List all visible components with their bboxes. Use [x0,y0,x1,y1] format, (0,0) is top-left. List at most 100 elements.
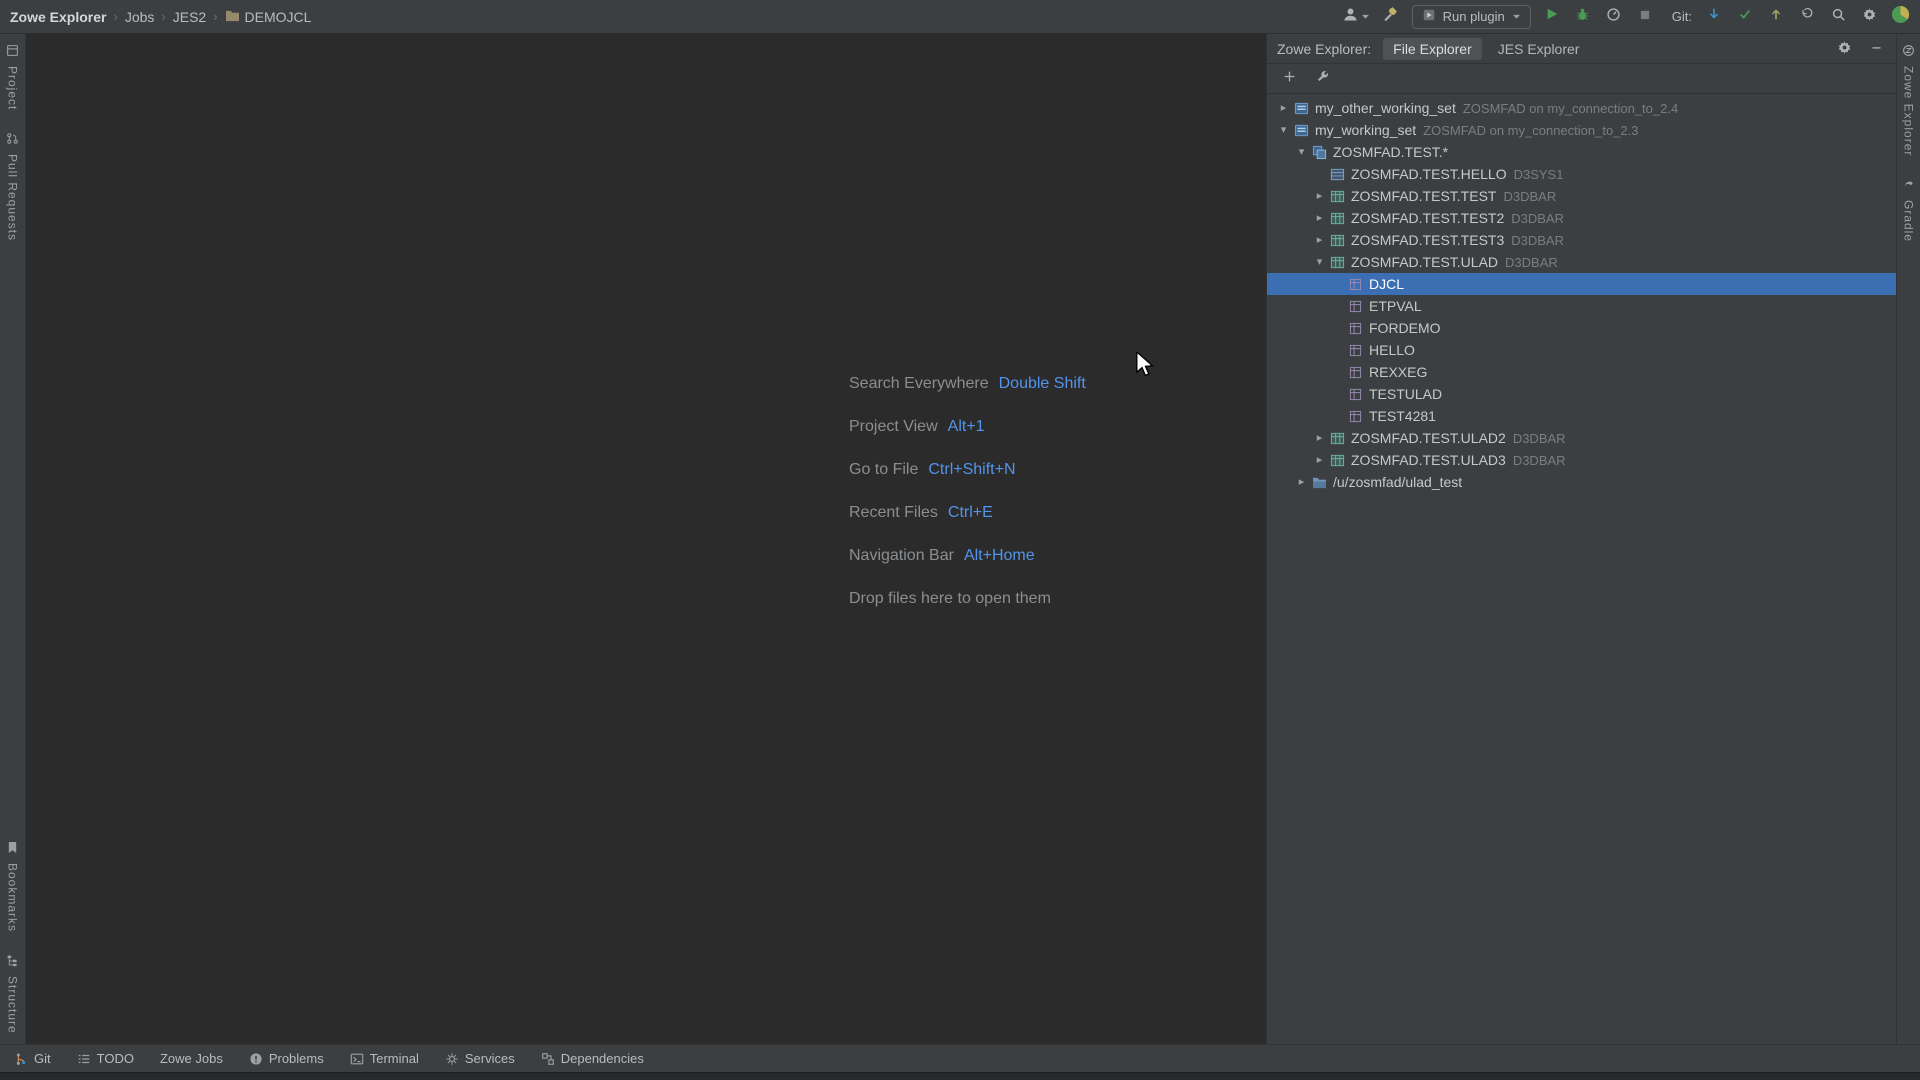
chevron-right-icon[interactable]: ▸ [1311,235,1328,246]
breadcrumb-item-jes2[interactable]: JES2 [173,9,206,25]
wrench-icon [1316,69,1330,88]
bottom-button-dependencies[interactable]: Dependencies [541,1051,644,1066]
tree-row-rexxeg[interactable]: REXXEG [1267,361,1896,383]
bottom-button-services[interactable]: Services [445,1051,515,1066]
tree-row-my-working-set[interactable]: ▾my_working_setZOSMFAD on my_connection_… [1267,119,1896,141]
tree-item-label: DJCL [1369,276,1404,292]
tree-row--u-zosmfad-ulad-test[interactable]: ▸ /u/zosmfad/ulad_test [1267,471,1896,493]
tree-item-label: ZOSMFAD.TEST.TEST [1351,188,1496,204]
dataset-mask-icon [1310,145,1328,160]
stripe-button-bookmarks[interactable]: Bookmarks [6,841,20,932]
search-everywhere-button[interactable] [1828,7,1848,27]
breadcrumb-item-zowe-explorer[interactable]: Zowe Explorer [10,9,106,25]
stripe-button-label: Project [6,66,20,110]
tree-row-zosmfad-test-test2[interactable]: ▸ZOSMFAD.TEST.TEST2D3DBAR [1267,207,1896,229]
tree-row-zosmfad-test-[interactable]: ▾ZOSMFAD.TEST.* [1267,141,1896,163]
chevron-right-icon[interactable]: ▸ [1311,455,1328,466]
avatar-icon [1891,5,1910,29]
member-icon [1346,410,1364,423]
pull-request-icon [6,132,19,148]
chevron-right-icon[interactable]: ▸ [1311,213,1328,224]
breadcrumb-separator: › [161,9,165,24]
bottom-button-git[interactable]: Git [14,1051,51,1066]
run-button[interactable] [1542,7,1562,27]
chevron-down-icon[interactable]: ▾ [1311,257,1328,268]
tree-row-zosmfad-test-ulad[interactable]: ▾ZOSMFAD.TEST.ULADD3DBAR [1267,251,1896,273]
arrow-down-blue-icon [1707,7,1721,26]
rollback-button[interactable] [1797,7,1817,27]
gear-icon [1837,40,1852,58]
tool-window-header-actions [1834,39,1886,59]
tree-row-test4281[interactable]: TEST4281 [1267,405,1896,427]
status-bar [0,1072,1920,1080]
run-configuration-select[interactable]: Run plugin [1412,5,1531,29]
panel-options-button[interactable] [1834,39,1854,59]
tree-row-hello[interactable]: HELLO [1267,339,1896,361]
arrow-up-olive-icon [1769,7,1783,26]
stripe-button-structure[interactable]: Structure [6,954,20,1034]
tree-row-etpval[interactable]: ETPVAL [1267,295,1896,317]
left-stripe-bottom: Bookmarks Structure [6,841,20,1034]
settings-button[interactable] [1859,7,1879,27]
bottom-button-todo[interactable]: TODO [77,1051,134,1066]
tab-jes-explorer[interactable]: JES Explorer [1488,38,1590,60]
shortcut-hint: Navigation BarAlt+Home [849,534,1086,577]
breadcrumb-item-demojcl[interactable]: DEMOJCL [225,9,312,25]
tree-row-my-other-working-set[interactable]: ▸my_other_working_setZOSMFAD on my_conne… [1267,97,1896,119]
debug-button[interactable] [1573,7,1593,27]
chevron-right-icon[interactable]: ▸ [1311,191,1328,202]
bottom-button-problems[interactable]: Problems [249,1051,324,1066]
commit-button[interactable] [1735,7,1755,27]
stripe-button-project[interactable]: Project [6,44,20,110]
breadcrumb-separator: › [213,9,217,24]
tree-row-zosmfad-test-test[interactable]: ▸ZOSMFAD.TEST.TESTD3DBAR [1267,185,1896,207]
tree-item-suffix: D3DBAR [1513,453,1566,468]
member-icon [1346,278,1364,291]
tab-file-explorer[interactable]: File Explorer [1383,38,1482,60]
plus-icon [1283,70,1296,88]
tool-window-toolbar [1267,64,1896,94]
tree-row-djcl[interactable]: DJCL [1267,273,1896,295]
chevron-down-icon[interactable]: ▾ [1293,147,1310,158]
tree-row-zosmfad-test-test3[interactable]: ▸ZOSMFAD.TEST.TEST3D3DBAR [1267,229,1896,251]
editor-area[interactable]: Search EverywhereDouble ShiftProject Vie… [26,34,1266,1044]
profiler-button[interactable] [1604,7,1624,27]
stripe-button-gradle[interactable]: Gradle [1902,178,1916,242]
drop-files-hint: Drop files here to open them [849,577,1086,620]
tree-row-zosmfad-test-hello[interactable]: ZOSMFAD.TEST.HELLOD3SYS1 [1267,163,1896,185]
tree-row-zosmfad-test-ulad2[interactable]: ▸ZOSMFAD.TEST.ULAD2D3DBAR [1267,427,1896,449]
chevron-down-icon[interactable]: ▾ [1275,125,1292,136]
tree-row-zosmfad-test-ulad3[interactable]: ▸ ZOSMFAD.TEST.ULAD3 D3DBAR [1267,449,1896,471]
dataset-pds-icon [1328,211,1346,226]
hide-panel-button[interactable] [1866,39,1886,59]
chevron-right-icon[interactable]: ▸ [1293,477,1310,488]
add-working-set-button[interactable] [1279,69,1299,89]
breadcrumb-item-jobs[interactable]: Jobs [125,9,155,25]
profile-avatar[interactable] [1890,7,1910,27]
update-project-button[interactable] [1704,7,1724,27]
stop-button[interactable] [1635,7,1655,27]
push-button[interactable] [1766,7,1786,27]
minimize-icon [1870,41,1883,57]
stripe-button-zowe-explorer[interactable]: Zowe Explorer [1902,44,1916,156]
bottom-button-label: Git [34,1051,51,1066]
tree-item-label: ZOSMFAD.TEST.ULAD3 [1351,452,1506,468]
bottom-button-terminal[interactable]: Terminal [350,1051,419,1066]
tree-row-testulad[interactable]: TESTULAD [1267,383,1896,405]
stripe-button-pull-requests[interactable]: Pull Requests [6,132,20,241]
shortcut-label: Search Everywhere [849,375,989,393]
tree-item-label: /u/zosmfad/ulad_test [1333,474,1462,490]
member-icon [1346,388,1364,401]
working-set-icon [1292,123,1310,138]
main-toolbar: Zowe Explorer›Jobs›JES2›DEMOJCL Run plug… [0,0,1920,34]
project-icon [6,44,19,60]
bottom-button-zowe-jobs[interactable]: Zowe Jobs [160,1051,223,1066]
bookmark-icon [7,841,18,857]
edit-settings-button[interactable] [1313,69,1333,89]
tree-item-suffix: D3DBAR [1505,255,1558,270]
chevron-right-icon[interactable]: ▸ [1275,103,1292,114]
chevron-right-icon[interactable]: ▸ [1311,433,1328,444]
build-project-button[interactable] [1381,7,1401,27]
user-menu-button[interactable] [1342,6,1370,28]
tree-row-fordemo[interactable]: FORDEMO [1267,317,1896,339]
